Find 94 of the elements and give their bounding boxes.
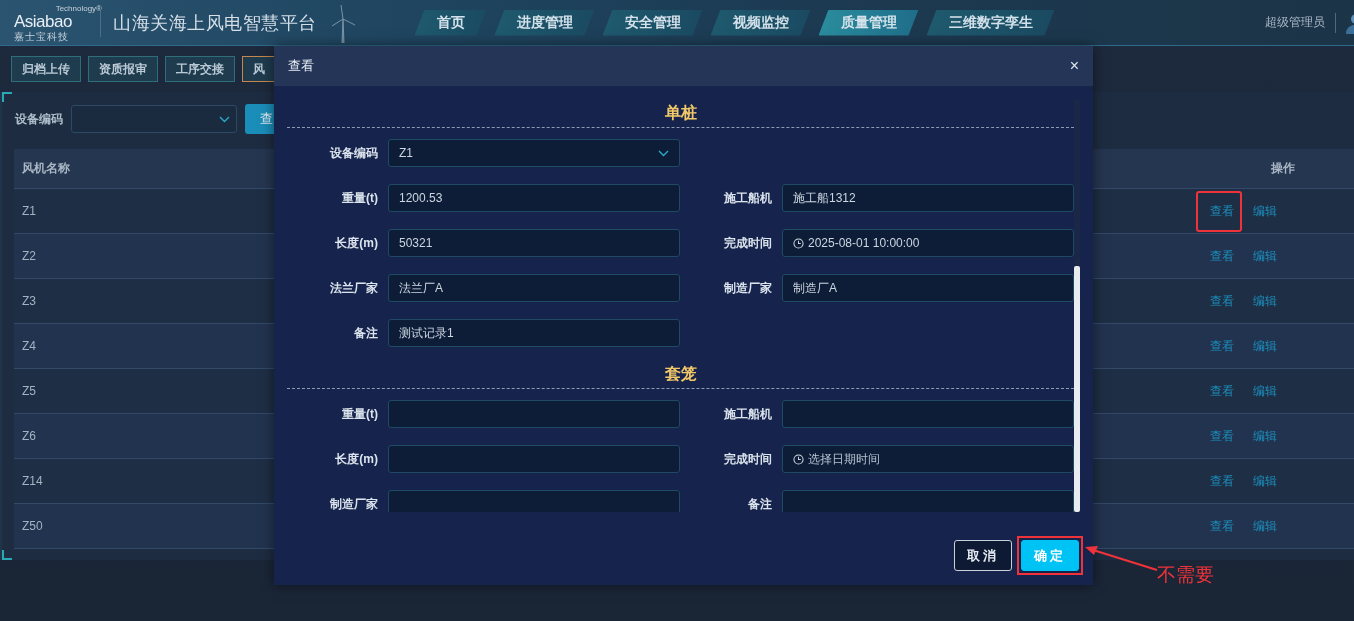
field-label: 长度(m)	[335, 234, 378, 252]
table-cell: Z6	[22, 429, 36, 443]
user-name[interactable]: 超级管理员	[1265, 14, 1325, 31]
cancel-button[interactable]: 取消	[954, 540, 1012, 571]
action-link[interactable]: 编辑	[1253, 382, 1277, 400]
nav-tab[interactable]: 三维数字孪生	[926, 9, 1055, 36]
action-link[interactable]: 查看	[1210, 382, 1234, 400]
field-value: 法兰厂A	[399, 279, 443, 297]
input-field[interactable]: 1200.53	[388, 184, 680, 212]
nav-tab[interactable]: 安全管理	[602, 9, 703, 36]
nav-tab[interactable]: 首页	[414, 9, 487, 36]
field-value: 测试记录1	[399, 324, 454, 342]
input-field[interactable]: 施工船1312	[782, 184, 1074, 212]
input-field[interactable]	[782, 400, 1074, 428]
sub-tab[interactable]: 资质报审	[88, 56, 158, 82]
section-title: 套笼	[664, 365, 697, 382]
field-value: 制造厂A	[793, 279, 837, 297]
field-value: 50321	[399, 236, 433, 250]
dialog-title: 查看	[288, 57, 314, 75]
field-value: Z1	[399, 146, 413, 160]
clock-icon	[793, 237, 804, 249]
input-field[interactable]	[388, 445, 680, 473]
field-label: 完成时间	[724, 234, 772, 252]
column-header: 操作	[1271, 160, 1295, 177]
field-value: 施工船1312	[793, 189, 856, 207]
action-link[interactable]: 编辑	[1253, 472, 1277, 490]
input-field[interactable]: 制造厂A	[782, 274, 1074, 302]
sub-tab[interactable]: 工序交接	[165, 56, 235, 82]
action-link[interactable]: 编辑	[1253, 247, 1277, 265]
placeholder-text: 选择日期时间	[808, 450, 880, 468]
field-label: 法兰厂家	[330, 279, 378, 297]
nav-tab[interactable]: 视频监控	[710, 9, 811, 36]
sub-tab[interactable]: 归档上传	[11, 56, 81, 82]
action-link[interactable]: 查看	[1210, 247, 1234, 265]
close-button[interactable]: ×	[1069, 57, 1079, 75]
input-field[interactable]	[388, 490, 680, 512]
action-link[interactable]: 查看	[1210, 472, 1234, 490]
input-field[interactable]: 50321	[388, 229, 680, 257]
input-field[interactable]: 法兰厂A	[388, 274, 680, 302]
clock-icon	[793, 453, 804, 465]
app-title: 山海关海上风电智慧平台	[113, 11, 317, 35]
section-title: 单桩	[664, 104, 697, 121]
table-cell: Z1	[22, 204, 36, 218]
input-field[interactable]: 测试记录1	[388, 319, 680, 347]
field-label: 施工船机	[724, 405, 772, 423]
column-header: 风机名称	[22, 160, 70, 177]
chevron-down-icon	[219, 115, 230, 123]
nav-tab[interactable]: 质量管理	[818, 9, 919, 36]
nav-tab[interactable]: 进度管理	[494, 9, 595, 36]
table-cell: Z50	[22, 519, 43, 533]
action-link[interactable]: 查看	[1210, 517, 1234, 535]
chevron-down-icon	[658, 149, 669, 157]
table-cell: Z3	[22, 294, 36, 308]
field-label: 施工船机	[724, 189, 772, 207]
corner-bracket	[2, 92, 12, 102]
scrollbar[interactable]	[1074, 100, 1080, 512]
table-cell: Z2	[22, 249, 36, 263]
action-link[interactable]: 查看	[1210, 427, 1234, 445]
field-label: 完成时间	[724, 450, 772, 468]
datetime-field[interactable]: 选择日期时间	[782, 445, 1074, 473]
action-link[interactable]: 编辑	[1253, 427, 1277, 445]
annotation-text: 不需要	[1157, 563, 1214, 587]
action-link[interactable]: 查看	[1210, 202, 1234, 220]
filter-label: 设备编码	[15, 110, 63, 128]
input-field[interactable]	[388, 400, 680, 428]
scrollbar-thumb[interactable]	[1074, 266, 1080, 512]
action-link[interactable]: 编辑	[1253, 337, 1277, 355]
field-label: 重量(t)	[342, 189, 378, 207]
table-cell: Z5	[22, 384, 36, 398]
logo-wordmark: Asiabao	[14, 12, 72, 31]
action-link[interactable]: 编辑	[1253, 517, 1277, 535]
field-label: 长度(m)	[335, 450, 378, 468]
logo-subtitle: 嘉士宝科技	[14, 30, 69, 42]
table-cell: Z4	[22, 339, 36, 353]
field-label: 制造厂家	[724, 279, 772, 297]
action-link[interactable]: 编辑	[1253, 292, 1277, 310]
datetime-field[interactable]: 2025-08-01 10:00:00	[782, 229, 1074, 257]
field-label: 重量(t)	[342, 405, 378, 423]
sub-tab[interactable]: 风	[242, 56, 276, 82]
field-label: 设备编码	[330, 144, 378, 162]
select-field[interactable]: Z1	[388, 139, 680, 167]
action-link[interactable]: 编辑	[1253, 202, 1277, 220]
corner-bracket	[2, 550, 12, 560]
table-cell: Z14	[22, 474, 43, 488]
field-label: 备注	[354, 324, 378, 342]
logo-tagline: Technology®	[55, 3, 102, 13]
action-link[interactable]: 查看	[1210, 292, 1234, 310]
field-value: 2025-08-01 10:00:00	[808, 236, 920, 250]
action-link[interactable]: 查看	[1210, 337, 1234, 355]
input-field[interactable]	[782, 490, 1074, 512]
field-value: 1200.53	[399, 191, 443, 205]
field-label: 备注	[748, 495, 772, 512]
field-label: 制造厂家	[330, 495, 378, 512]
select-field[interactable]	[71, 105, 237, 133]
